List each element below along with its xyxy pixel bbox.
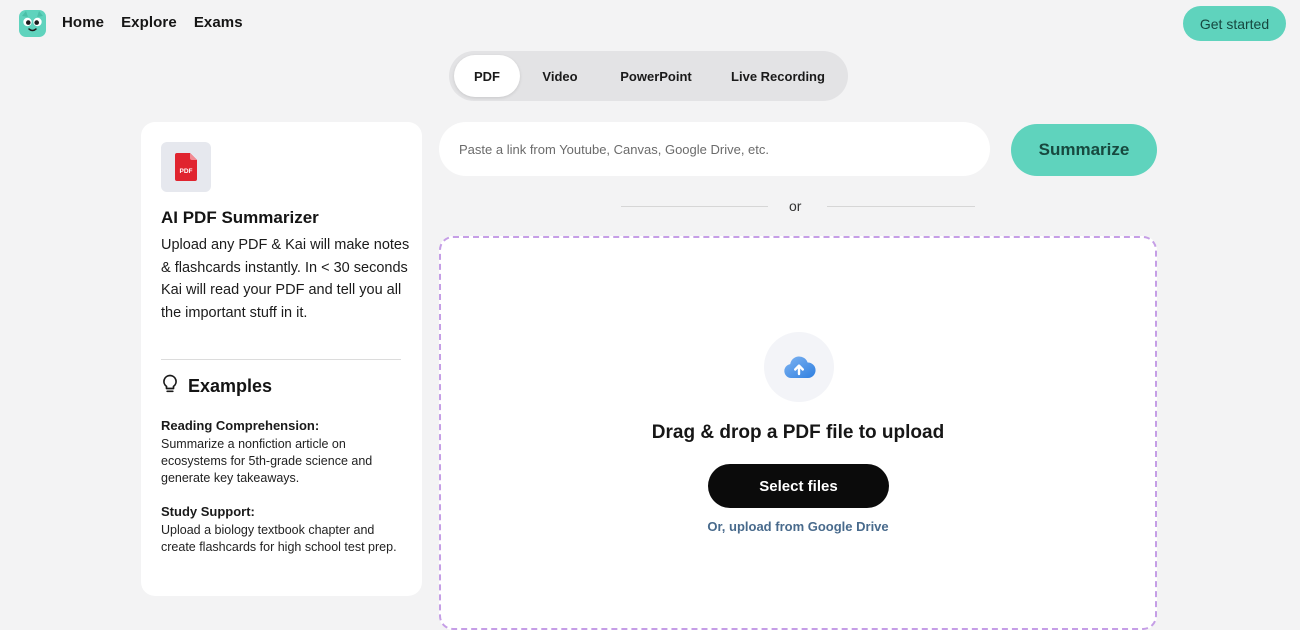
tab-live-recording[interactable]: Live Recording xyxy=(712,55,844,97)
summarize-button[interactable]: Summarize xyxy=(1011,124,1157,176)
main-nav-links: Home Explore Exams xyxy=(62,14,243,31)
pdf-file-icon: PDF xyxy=(161,142,211,192)
source-type-tabs: PDF Video PowerPoint Live Recording xyxy=(449,51,848,101)
example-title: Study Support: xyxy=(161,504,255,519)
divider-line-left xyxy=(621,206,768,207)
link-input[interactable] xyxy=(439,122,990,176)
info-card: PDF AI PDF Summarizer Upload any PDF & K… xyxy=(141,122,422,596)
or-text: or xyxy=(789,198,802,214)
example-body: Upload a biology textbook chapter and cr… xyxy=(161,523,397,554)
tab-powerpoint[interactable]: PowerPoint xyxy=(600,55,712,97)
examples-heading-text: Examples xyxy=(188,376,273,396)
pdf-icon-label: PDF xyxy=(180,168,193,175)
examples-heading: Examples xyxy=(161,374,272,399)
tab-video[interactable]: Video xyxy=(520,55,600,97)
divider-line-right xyxy=(827,206,975,207)
nav-link-exams[interactable]: Exams xyxy=(194,14,243,31)
file-dropzone[interactable]: Drag & drop a PDF file to upload Select … xyxy=(439,236,1157,630)
tab-pdf[interactable]: PDF xyxy=(454,55,520,97)
example-item: Study Support: Upload a biology textbook… xyxy=(161,504,406,556)
lightbulb-icon xyxy=(161,374,179,399)
card-title: AI PDF Summarizer xyxy=(161,208,319,227)
google-drive-upload-link[interactable]: Or, upload from Google Drive xyxy=(441,519,1155,534)
example-item: Reading Comprehension: Summarize a nonfi… xyxy=(161,418,406,487)
select-files-button[interactable]: Select files xyxy=(708,464,889,508)
example-title: Reading Comprehension: xyxy=(161,418,320,433)
dropzone-title: Drag & drop a PDF file to upload xyxy=(651,422,945,443)
or-divider: or xyxy=(621,198,975,216)
kai-logo-icon[interactable] xyxy=(19,10,46,37)
cloud-upload-icon xyxy=(764,332,834,402)
card-description: Upload any PDF & Kai will make notes & f… xyxy=(161,237,410,321)
top-nav: Home Explore Exams Get started xyxy=(0,0,1300,46)
get-started-button[interactable]: Get started xyxy=(1183,6,1286,41)
nav-link-explore[interactable]: Explore xyxy=(121,14,177,31)
nav-link-home[interactable]: Home xyxy=(62,14,104,31)
example-body: Summarize a nonfiction article on ecosys… xyxy=(161,437,373,485)
card-divider xyxy=(161,359,401,360)
